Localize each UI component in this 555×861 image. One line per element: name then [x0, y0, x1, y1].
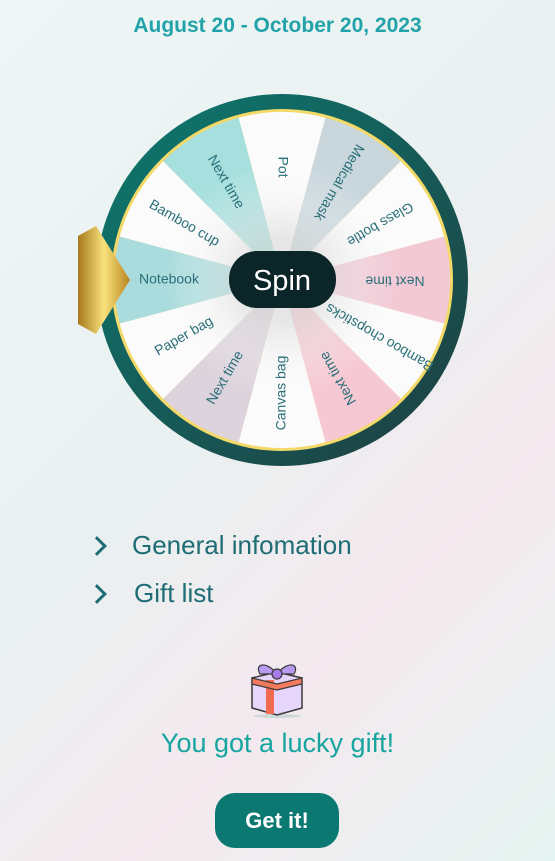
wheel-segment-label: Next time — [365, 273, 424, 289]
accordion-general-information[interactable]: General infomation — [87, 530, 352, 561]
spin-label: Spin — [253, 265, 311, 297]
date-range: August 20 - October 20, 2023 — [133, 14, 422, 37]
accordion-label: General infomation — [132, 530, 352, 560]
get-it-button[interactable]: Get it! — [215, 793, 339, 848]
chevron-right-icon — [87, 535, 107, 556]
wheel-segment-label: Pot — [275, 156, 291, 177]
wheel-segment-label: Notebook — [139, 271, 200, 287]
wheel-segment-label: Canvas bag — [273, 356, 289, 431]
result-message: You got a lucky gift! — [160, 728, 395, 758]
spin-button[interactable]: Spin — [229, 251, 336, 308]
gift-icon — [251, 664, 303, 718]
accordion-label: Gift list — [134, 578, 214, 608]
accordion-gift-list[interactable]: Gift list — [87, 578, 214, 609]
prize-wheel[interactable]: Pot Medical maskGlass bottleNext timeBamb… — [70, 88, 490, 478]
chevron-right-icon — [87, 583, 107, 604]
